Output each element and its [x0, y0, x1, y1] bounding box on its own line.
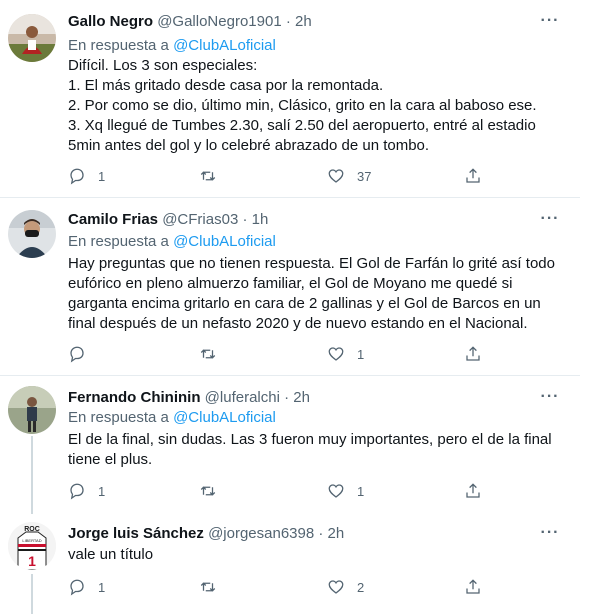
- separator-dot: ·: [285, 13, 291, 30]
- reply-mention-link[interactable]: @ClubALoficial: [173, 37, 276, 54]
- timestamp[interactable]: 1h: [252, 211, 269, 228]
- tweet-actions: 1 1: [68, 480, 488, 502]
- tweet-text: Hay preguntas que no tienen respuesta. E…: [68, 255, 555, 332]
- tweet-actions: 1 2: [68, 576, 488, 598]
- avatar-photo: [8, 386, 56, 434]
- avatar[interactable]: [8, 210, 56, 258]
- timestamp[interactable]: 2h: [293, 389, 310, 406]
- reply-count: 1: [98, 483, 106, 499]
- share-button[interactable]: [464, 343, 482, 365]
- reply-context: En respuesta a @ClubALoficial: [68, 408, 276, 428]
- reply-count: 1: [98, 168, 106, 184]
- separator-dot: ·: [284, 389, 290, 406]
- share-button[interactable]: [464, 480, 482, 502]
- timestamp[interactable]: 2h: [328, 525, 345, 542]
- more-icon[interactable]: ···: [536, 210, 564, 230]
- user-name[interactable]: Jorge luis Sánchez: [68, 525, 204, 542]
- reply-icon: [70, 483, 84, 500]
- avatar[interactable]: ROC LIBERTAD 1: [8, 522, 56, 570]
- retweet-icon: [200, 171, 216, 181]
- like-count: 2: [357, 579, 365, 595]
- tweet-actions: 1 37: [68, 165, 488, 187]
- tweet[interactable]: Gallo Negro @GalloNegro1901 · 2h ··· En …: [0, 0, 580, 195]
- tweet[interactable]: ROC LIBERTAD 1 Jorge luis Sánchez @jorge…: [0, 514, 580, 614]
- like-button[interactable]: 1: [327, 480, 364, 502]
- like-button[interactable]: 1: [327, 343, 364, 365]
- reply-context: En respuesta a @ClubALoficial: [68, 36, 276, 56]
- share-icon: [466, 346, 480, 361]
- heart-icon: [328, 580, 344, 594]
- user-name[interactable]: Fernando Chininin: [68, 389, 201, 406]
- separator-dot: ·: [318, 525, 324, 542]
- share-button[interactable]: [464, 576, 482, 598]
- reply-button[interactable]: 1: [68, 480, 105, 502]
- share-icon: [466, 579, 480, 594]
- avatar[interactable]: [8, 14, 56, 62]
- reply-icon: [70, 168, 84, 185]
- reply-icon: [70, 346, 84, 363]
- reply-prefix: En respuesta a: [68, 233, 174, 250]
- reply-prefix: En respuesta a: [68, 409, 174, 426]
- retweet-button[interactable]: [199, 165, 229, 187]
- tweet[interactable]: Fernando Chininin @luferalchi · 2h ··· E…: [0, 376, 580, 514]
- reply-count: 1: [98, 579, 106, 595]
- reply-prefix: En respuesta a: [68, 37, 174, 54]
- tweet[interactable]: Camilo Frias @CFrias03 · 1h ··· En respu…: [0, 198, 580, 374]
- avatar-badge-text: ROC: [24, 526, 40, 533]
- separator-dot: ·: [242, 211, 248, 228]
- reply-button[interactable]: [68, 343, 98, 365]
- retweet-icon: [200, 486, 216, 496]
- avatar-jersey-icon: ROC LIBERTAD 1: [8, 522, 56, 570]
- like-count: 1: [357, 346, 365, 362]
- heart-icon: [328, 347, 344, 361]
- more-icon[interactable]: ···: [536, 524, 564, 544]
- share-icon: [466, 168, 480, 183]
- timestamp[interactable]: 2h: [295, 13, 312, 30]
- tweet-text: El de la final, sin dudas. Las 3 fueron …: [68, 431, 552, 468]
- user-name[interactable]: Camilo Frias: [68, 211, 158, 228]
- tweet-text: Difícil. Los 3 son especiales: 1. El más…: [68, 57, 537, 154]
- thread-connector-line: [31, 574, 33, 614]
- retweet-button[interactable]: [199, 343, 229, 365]
- reply-mention-link[interactable]: @ClubALoficial: [173, 409, 276, 426]
- more-icon[interactable]: ···: [536, 12, 564, 32]
- reply-context: En respuesta a @ClubALoficial: [68, 232, 276, 252]
- share-icon: [466, 483, 480, 498]
- user-handle[interactable]: @GalloNegro1901: [157, 13, 281, 30]
- heart-icon: [328, 169, 344, 183]
- retweet-icon: [200, 349, 216, 359]
- avatar[interactable]: [8, 386, 56, 434]
- reply-button[interactable]: 1: [68, 165, 105, 187]
- tweet-actions: 1: [68, 343, 488, 365]
- avatar-photo: [8, 14, 56, 62]
- heart-icon: [328, 484, 344, 498]
- user-name[interactable]: Gallo Negro: [68, 13, 153, 30]
- retweet-button[interactable]: [199, 480, 229, 502]
- retweet-button[interactable]: [199, 576, 229, 598]
- user-handle[interactable]: @CFrias03: [162, 211, 238, 228]
- like-count: 37: [357, 168, 372, 184]
- user-handle[interactable]: @luferalchi: [205, 389, 280, 406]
- retweet-icon: [200, 582, 216, 592]
- like-button[interactable]: 2: [327, 576, 364, 598]
- tweet-text: vale un título: [68, 546, 154, 563]
- share-button[interactable]: [464, 165, 482, 187]
- avatar-jersey-number: 1: [28, 553, 36, 569]
- reply-button[interactable]: 1: [68, 576, 105, 598]
- like-count: 1: [357, 483, 365, 499]
- reply-mention-link[interactable]: @ClubALoficial: [173, 233, 276, 250]
- user-handle[interactable]: @jorgesan6398: [208, 525, 314, 542]
- like-button[interactable]: 37: [327, 165, 371, 187]
- avatar-photo: [8, 210, 56, 258]
- reply-icon: [70, 579, 84, 596]
- more-icon[interactable]: ···: [536, 388, 564, 408]
- tweet-feed: Gallo Negro @GalloNegro1901 · 2h ··· En …: [0, 0, 600, 614]
- avatar-jersey-text: LIBERTAD: [22, 538, 41, 543]
